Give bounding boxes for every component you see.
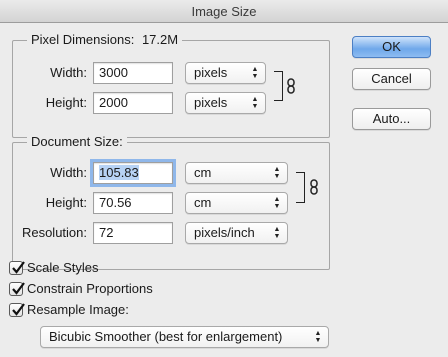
window-title: Image Size	[0, 0, 448, 23]
document-width-unit-select[interactable]: cm ▲ ▼	[185, 162, 288, 184]
up-down-arrows-icon: ▲ ▼	[251, 96, 259, 110]
pixel-height-unit: pixels	[194, 95, 228, 110]
auto-button[interactable]: Auto...	[352, 108, 431, 130]
pixel-width-input[interactable]: 3000	[93, 62, 173, 84]
document-size-legend: Document Size:	[27, 134, 127, 149]
pixel-width-unit: pixels	[194, 65, 228, 80]
document-width-unit: cm	[194, 165, 212, 180]
pixel-height-label: Height:	[45, 95, 87, 110]
constrain-proportions-label[interactable]: Constrain Proportions	[27, 281, 153, 296]
resample-image-checkbox[interactable]	[9, 303, 25, 317]
up-down-arrows-icon: ▲ ▼	[273, 226, 281, 240]
resolution-input[interactable]: 72	[93, 222, 173, 244]
resolution-unit: pixels/inch	[194, 225, 255, 240]
cancel-button[interactable]: Cancel	[352, 68, 431, 90]
dialog-body: Pixel Dimensions: 17.2M Width: 3000 pixe…	[0, 23, 448, 357]
scale-styles-label[interactable]: Scale Styles	[27, 260, 99, 275]
link-icon	[310, 179, 318, 195]
resample-method-select[interactable]: Bicubic Smoother (best for enlargement) …	[40, 326, 329, 348]
constrain-bracket	[274, 71, 283, 101]
checkmark-icon	[12, 282, 25, 295]
pixel-dimensions-value: 17.2M	[141, 32, 179, 47]
pixel-dimensions-group: Pixel Dimensions: 17.2M Width: 3000 pixe…	[12, 32, 330, 138]
document-height-input[interactable]: 70.56	[93, 192, 173, 214]
document-height-unit-select[interactable]: cm ▲ ▼	[185, 192, 288, 214]
ok-button[interactable]: OK	[352, 36, 431, 58]
pixel-dimensions-legend: Pixel Dimensions: 17.2M	[27, 32, 183, 47]
link-icon	[287, 78, 295, 94]
document-width-input[interactable]: 105.83	[93, 162, 173, 184]
up-down-arrows-icon: ▲ ▼	[314, 330, 322, 344]
document-height-label: Height:	[45, 195, 87, 210]
resolution-label: Resolution:	[21, 225, 87, 240]
up-down-arrows-icon: ▲ ▼	[273, 166, 281, 180]
document-height-unit: cm	[194, 195, 212, 210]
pixel-width-label: Width:	[50, 65, 87, 80]
document-width-label: Width:	[50, 165, 87, 180]
pixel-height-input[interactable]: 2000	[93, 92, 173, 114]
checkmark-icon	[12, 261, 25, 274]
up-down-arrows-icon: ▲ ▼	[251, 66, 259, 80]
constrain-bracket	[296, 172, 305, 203]
document-width-value: 105.83	[99, 165, 139, 180]
up-down-arrows-icon: ▲ ▼	[273, 196, 281, 210]
pixel-height-unit-select[interactable]: pixels ▲ ▼	[185, 92, 266, 114]
resample-image-label[interactable]: Resample Image:	[27, 302, 129, 317]
pixel-dimensions-label: Pixel Dimensions:	[31, 32, 135, 47]
document-size-group: Document Size: Width: 105.83 cm ▲ ▼ Heigh…	[12, 134, 330, 270]
scale-styles-checkbox[interactable]	[9, 261, 25, 275]
resolution-unit-select[interactable]: pixels/inch ▲ ▼	[185, 222, 288, 244]
resample-method-value: Bicubic Smoother (best for enlargement)	[49, 329, 283, 344]
checkmark-icon	[12, 303, 25, 316]
constrain-proportions-checkbox[interactable]	[9, 282, 25, 296]
pixel-width-unit-select[interactable]: pixels ▲ ▼	[185, 62, 266, 84]
